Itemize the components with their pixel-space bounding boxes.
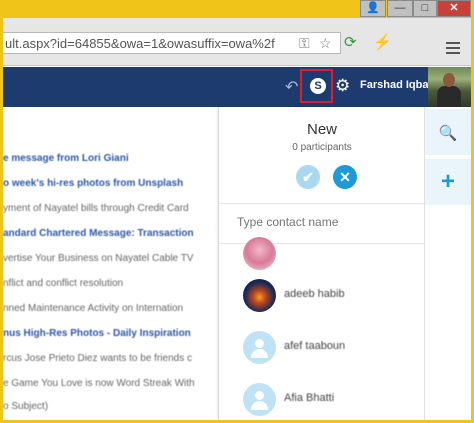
undo-icon[interactable]: ↶ xyxy=(285,77,298,97)
list-item[interactable]: yment of Nayatel bills through Credit Ca… xyxy=(3,203,189,219)
list-item[interactable]: nned Maintenance Activity on Internation xyxy=(3,303,183,319)
gear-icon[interactable]: ⚙ xyxy=(335,76,350,96)
screenshot-frame: 👤 — □ ✕ ult.aspx?id=64855&owa=1&owasuffi… xyxy=(0,0,474,423)
address-bar[interactable]: ult.aspx?id=64855&owa=1&owasuffix=owa%2f… xyxy=(3,32,341,54)
new-conversation-panel: New 0 participants ✔ ✕ adeeb habib afef … xyxy=(218,107,425,420)
confirm-button[interactable]: ✔ xyxy=(296,165,320,189)
contact-avatar xyxy=(243,237,276,270)
search-button[interactable]: 🔍 xyxy=(425,109,471,155)
add-button[interactable]: + xyxy=(425,159,471,205)
divider xyxy=(219,203,425,204)
cancel-button[interactable]: ✕ xyxy=(333,165,357,189)
list-item[interactable]: vertise Your Business on Nayatel Cable T… xyxy=(3,253,193,269)
contact-item[interactable] xyxy=(243,237,423,271)
contact-avatar xyxy=(243,279,276,312)
mail-list: e message from Lori Giani o week's hi-re… xyxy=(3,107,218,420)
contact-name-input[interactable] xyxy=(237,212,407,232)
default-avatar-icon xyxy=(243,331,276,364)
list-item[interactable]: o Subject) xyxy=(3,401,48,417)
list-item[interactable]: nflict and conflict resolution xyxy=(3,278,123,294)
contact-name: Afia Bhatti xyxy=(284,392,335,404)
list-item[interactable]: e Game You Love is now Word Streak With xyxy=(3,378,195,394)
maximize-button[interactable]: □ xyxy=(413,0,437,17)
star-icon[interactable]: ☆ xyxy=(319,35,332,52)
contact-name: adeeb habib xyxy=(284,288,345,300)
participants-count: 0 participants xyxy=(292,142,352,153)
contact-item[interactable]: afef taaboun xyxy=(243,331,423,365)
url-text[interactable]: ult.aspx?id=64855&owa=1&owasuffix=owa%2f xyxy=(5,36,275,51)
browser-window: 👤 — □ ✕ ult.aspx?id=64855&owa=1&owasuffi… xyxy=(3,0,471,420)
contact-item[interactable]: Afia Bhatti xyxy=(243,383,423,417)
user-name[interactable]: Farshad Iqbal xyxy=(360,79,432,91)
skype-icon: S xyxy=(310,78,326,94)
key-icon[interactable]: ⚿ xyxy=(299,35,310,52)
default-avatar-icon xyxy=(243,383,276,416)
profile-button[interactable]: 👤 xyxy=(360,0,386,17)
minimize-button[interactable]: — xyxy=(387,0,413,17)
list-item[interactable]: nus High-Res Photos - Daily Inspiration xyxy=(3,328,191,344)
list-item[interactable]: o week's hi-res photos from Unsplash xyxy=(3,178,183,194)
skype-button[interactable]: S xyxy=(300,69,333,103)
avatar[interactable] xyxy=(428,67,471,107)
panel-title: New xyxy=(306,121,337,138)
extension-icon[interactable]: ⟳ xyxy=(344,33,357,51)
window-titlebar: 👤 — □ ✕ xyxy=(3,0,471,18)
list-item[interactable]: andard Chartered Message: Transaction xyxy=(3,228,194,244)
menu-icon[interactable] xyxy=(446,42,460,57)
close-window-button[interactable]: ✕ xyxy=(437,0,471,17)
plus-icon: + xyxy=(440,168,455,195)
lightning-icon[interactable]: ⚡ xyxy=(373,33,392,51)
list-item[interactable]: rcus Jose Prieto Diez wants to be friend… xyxy=(3,353,192,369)
right-rail: 🔍 + xyxy=(424,107,471,420)
contact-name: afef taaboun xyxy=(284,340,346,352)
list-item[interactable]: e message from Lori Giani xyxy=(3,153,129,169)
contact-item[interactable]: adeeb habib xyxy=(243,279,423,313)
browser-toolbar: ult.aspx?id=64855&owa=1&owasuffix=owa%2f… xyxy=(3,18,471,66)
search-icon: 🔍 xyxy=(438,125,458,142)
app-header: ↶ S ⚙ Farshad Iqbal xyxy=(3,67,471,107)
